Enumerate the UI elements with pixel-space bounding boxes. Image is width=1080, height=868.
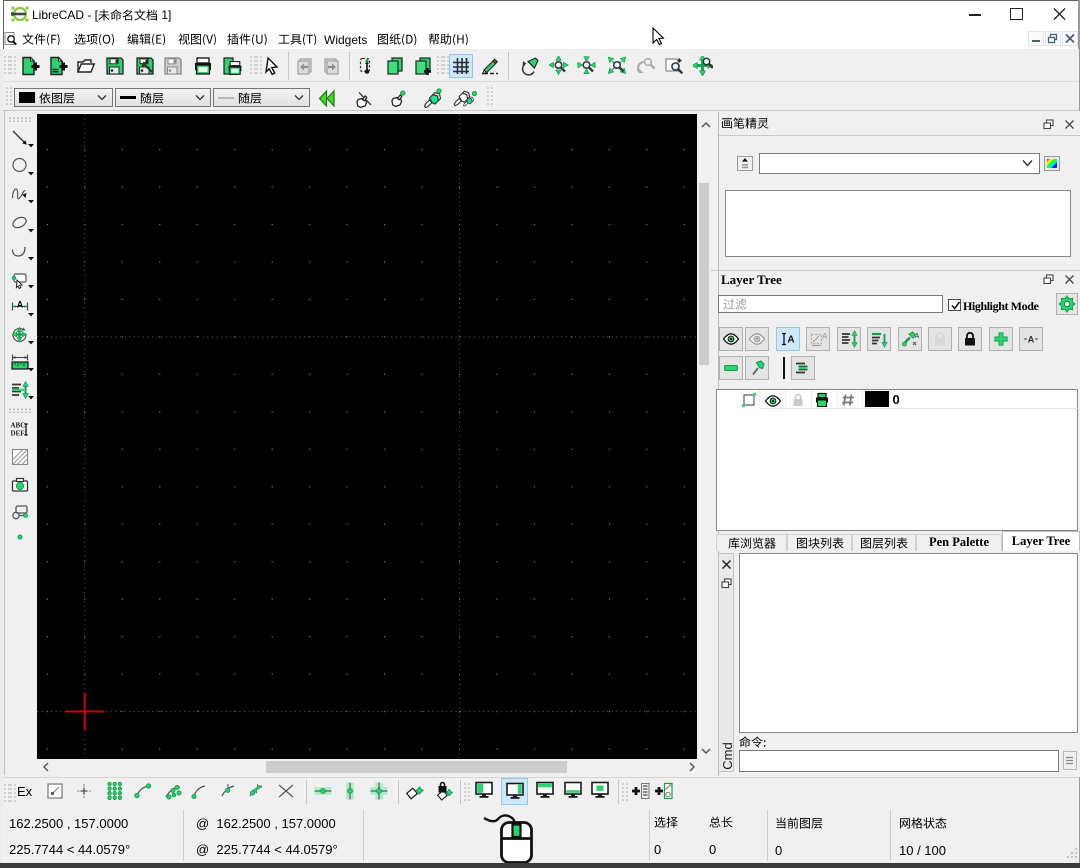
svg-text:DEF: DEF [11, 430, 25, 438]
svg-text:A: A [1028, 334, 1035, 344]
svg-text:ABC: ABC [11, 422, 26, 430]
svg-text:A: A [914, 333, 919, 340]
svg-text:A: A [787, 334, 794, 345]
svg-text:A: A [822, 332, 827, 341]
svg-text:A: A [17, 300, 24, 310]
